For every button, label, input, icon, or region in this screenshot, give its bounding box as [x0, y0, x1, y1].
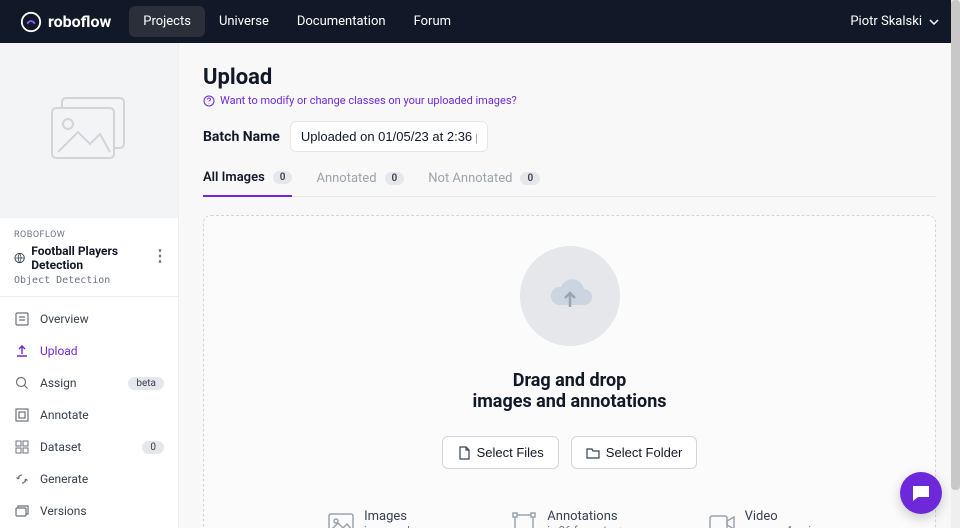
project-more-menu[interactable]: ⋮	[152, 246, 168, 265]
hint-text: Want to modify or change classes on your…	[220, 94, 517, 107]
tab-label: Not Annotated	[428, 171, 512, 186]
user-menu[interactable]: Piotr Skalski	[850, 14, 940, 29]
upload-dropzone[interactable]: Drag and drop images and annotations Sel…	[203, 215, 936, 528]
page-scrollbar[interactable]	[951, 0, 960, 528]
page-title: Upload	[203, 65, 936, 90]
cloud-upload-graphic	[520, 246, 620, 346]
format-sub: in 26 formats	[547, 524, 626, 528]
overview-icon	[14, 311, 30, 327]
sidebar-nav: Overview Upload Assign beta Annotate Dat…	[0, 297, 178, 528]
image-format-icon	[328, 511, 354, 528]
sidebar-item-label: Dataset	[40, 440, 81, 454]
annotate-icon	[14, 407, 30, 423]
tab-not-annotated[interactable]: Not Annotated 0	[428, 170, 540, 196]
beta-badge: beta	[128, 377, 164, 390]
brand-text: roboflow	[48, 12, 111, 31]
sidebar-item-label: Generate	[40, 472, 88, 486]
sidebar-item-overview[interactable]: Overview	[0, 303, 178, 335]
main-content: Upload Want to modify or change classes …	[179, 43, 960, 528]
nav-projects[interactable]: Projects	[129, 6, 205, 37]
versions-icon	[14, 503, 30, 519]
batch-name-input[interactable]	[290, 121, 488, 152]
sidebar-item-label: Versions	[40, 504, 87, 518]
nav-documentation[interactable]: Documentation	[283, 6, 400, 37]
globe-icon	[14, 252, 25, 264]
dropzone-subtitle: images and annotations	[472, 391, 666, 412]
folder-icon	[586, 446, 600, 460]
project-thumbnail-placeholder	[0, 43, 178, 218]
upload-icon	[14, 343, 30, 359]
button-label: Select Files	[477, 445, 544, 460]
format-images: Images jpg, png, bmp	[328, 509, 429, 528]
sidebar-item-label: Assign	[40, 376, 77, 390]
roboflow-logo-icon	[20, 11, 42, 33]
sidebar-item-label: Overview	[40, 312, 89, 326]
tab-label: Annotated	[316, 171, 376, 186]
tab-annotated[interactable]: Annotated 0	[316, 170, 404, 196]
dataset-count-badge: 0	[142, 441, 164, 454]
supported-formats: Images jpg, png, bmp Annotations in 26 f…	[328, 509, 811, 528]
batch-name-label: Batch Name	[203, 129, 280, 145]
select-folder-button[interactable]: Select Folder	[571, 436, 698, 469]
tab-count: 0	[385, 172, 405, 185]
format-title: Images	[364, 509, 429, 524]
nav-universe[interactable]: Universe	[205, 6, 283, 37]
brand-logo[interactable]: roboflow	[20, 11, 111, 33]
file-icon	[457, 446, 471, 460]
format-title: Video	[745, 509, 811, 524]
tab-count: 0	[273, 171, 293, 184]
top-nav-links: Projects Universe Documentation Forum	[129, 6, 465, 37]
format-title: Annotations	[547, 509, 626, 524]
format-sub: mov, mp4, avi	[745, 524, 811, 528]
top-navbar: roboflow Projects Universe Documentation…	[0, 0, 960, 43]
chat-fab-button[interactable]	[900, 472, 942, 514]
project-name: Football Players Detection	[31, 244, 164, 272]
sidebar-item-dataset[interactable]: Dataset 0	[0, 431, 178, 463]
format-video: Video mov, mp4, avi	[709, 509, 811, 528]
generate-icon	[14, 471, 30, 487]
annotation-format-icon	[511, 511, 537, 528]
images-placeholder-icon	[44, 96, 134, 166]
sidebar-item-assign[interactable]: Assign beta	[0, 367, 178, 399]
upload-tabs: All Images 0 Annotated 0 Not Annotated 0	[203, 170, 936, 197]
video-format-icon	[709, 511, 735, 528]
sidebar: ROBOFLOW Football Players Detection Obje…	[0, 43, 179, 528]
nav-forum[interactable]: Forum	[400, 6, 465, 37]
tab-label: All Images	[203, 170, 265, 185]
format-annotations[interactable]: Annotations in 26 formats	[511, 509, 626, 528]
user-name: Piotr Skalski	[850, 14, 922, 29]
select-files-button[interactable]: Select Files	[442, 436, 559, 469]
sidebar-item-upload[interactable]: Upload	[0, 335, 178, 367]
format-sub: jpg, png, bmp	[364, 524, 429, 528]
tab-all-images[interactable]: All Images 0	[203, 170, 292, 197]
scrollbar-thumb[interactable]	[951, 0, 960, 490]
workspace-section: ROBOFLOW Football Players Detection Obje…	[0, 218, 178, 297]
sidebar-item-annotate[interactable]: Annotate	[0, 399, 178, 431]
hint-link[interactable]: Want to modify or change classes on your…	[203, 94, 936, 107]
workspace-label: ROBOFLOW	[14, 230, 164, 240]
sidebar-item-versions[interactable]: Versions	[0, 495, 178, 527]
sidebar-item-label: Annotate	[40, 408, 89, 422]
project-type: Object Detection	[14, 275, 164, 286]
sidebar-item-generate[interactable]: Generate	[0, 463, 178, 495]
cloud-upload-icon	[543, 269, 597, 323]
dataset-icon	[14, 439, 30, 455]
dropzone-title: Drag and drop	[513, 370, 626, 391]
question-circle-icon	[203, 95, 215, 107]
chat-bubble-icon	[911, 483, 931, 503]
button-label: Select Folder	[606, 445, 683, 460]
tab-count: 0	[520, 172, 540, 185]
chevron-down-icon	[928, 16, 940, 28]
assign-icon	[14, 375, 30, 391]
sidebar-item-label: Upload	[40, 344, 78, 358]
